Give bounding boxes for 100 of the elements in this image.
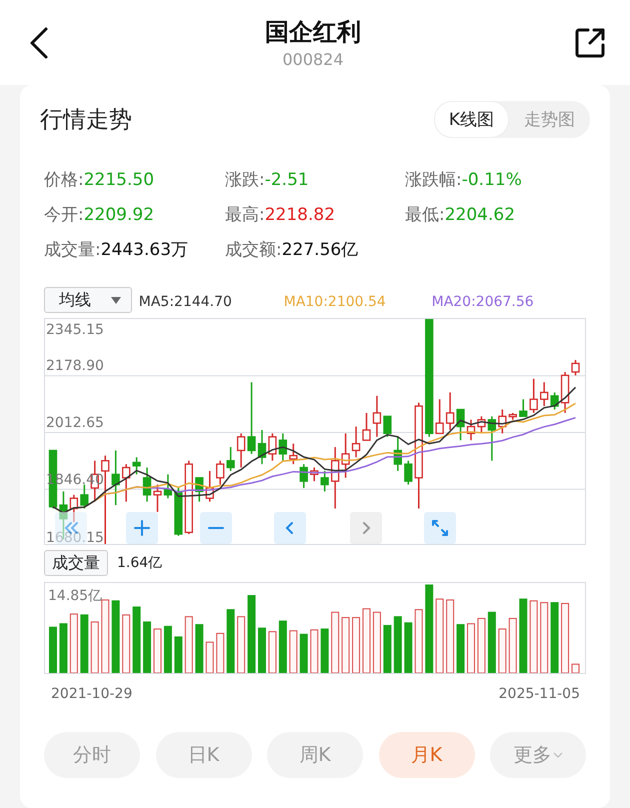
chart-type-tab[interactable]: 走势图 (509, 101, 590, 138)
candlestick (540, 382, 548, 406)
volume-bar (414, 609, 423, 673)
chevron-down-icon (552, 752, 562, 758)
volume-bar (289, 630, 298, 673)
volume-bar (49, 626, 57, 673)
candlestick (446, 392, 454, 430)
period-tab[interactable]: 更多 (490, 732, 586, 778)
volume-bar (352, 617, 360, 673)
volume-bar (540, 602, 548, 673)
candlestick (383, 416, 392, 437)
candlestick (300, 464, 308, 488)
stat-item: 成交量:2443.63万 (44, 239, 190, 261)
fullscreen-button[interactable] (424, 512, 456, 544)
candlestick (498, 410, 506, 434)
moving-average-label: MA20:2067.56 (432, 294, 534, 310)
candlestick (394, 436, 402, 471)
volume-bar (467, 623, 475, 673)
candlestick (560, 372, 570, 413)
volume-bar (195, 624, 204, 673)
volume-bar (132, 606, 141, 673)
volume-bar (90, 621, 99, 673)
volume-dropdown[interactable]: 成交量 (44, 550, 108, 576)
candlestick (404, 460, 412, 485)
candlestick (226, 447, 235, 471)
volume-bar (59, 623, 68, 673)
volume-bar (143, 621, 152, 673)
candlestick (456, 408, 465, 440)
end-date: 2025-11-05 (498, 686, 580, 702)
volume-reading: 1.64亿 (117, 554, 162, 572)
price-axis-label: 2012.65 (46, 416, 104, 430)
volume-bar (404, 622, 412, 673)
period-tab[interactable]: 日K (156, 732, 252, 778)
volume-bar (456, 624, 465, 673)
zoom-in-icon (133, 519, 151, 537)
candlestick (289, 444, 298, 464)
volume-bar (226, 609, 235, 673)
candlestick (362, 412, 371, 441)
caret-icon (110, 296, 121, 304)
candlestick (174, 488, 183, 536)
candlestick (331, 447, 340, 508)
volume-bar (320, 628, 329, 673)
section-title: 行情走势 (40, 106, 132, 135)
candlestick (519, 399, 528, 417)
period-tab[interactable]: 月K (378, 732, 474, 778)
stat-item: 今开:2209.92 (44, 204, 156, 226)
candlestick (206, 470, 214, 502)
candlestick (122, 464, 130, 502)
candlestick (372, 396, 382, 437)
volume-bar (488, 612, 496, 673)
candlestick (530, 378, 538, 413)
candlestick (132, 457, 141, 474)
candlestick (142, 468, 152, 502)
zoom-out-icon (207, 526, 225, 530)
candlestick (247, 382, 256, 454)
candlestick (112, 450, 120, 506)
volume-bar (237, 616, 246, 673)
volume-bar (394, 616, 402, 673)
volume-bar (561, 602, 570, 673)
candlestick (216, 460, 224, 485)
candlestick (268, 433, 277, 461)
volume-bar (206, 642, 214, 673)
period-tab[interactable]: 周K (267, 732, 363, 778)
period-tab[interactable]: 分时 (44, 732, 140, 778)
volume-bar (372, 612, 381, 673)
candlestick (236, 433, 246, 468)
volume-bar (362, 608, 370, 673)
page-title: 国企红利 (265, 17, 361, 48)
previous-button[interactable] (274, 512, 306, 544)
moving-average-label: MA10:2100.54 (284, 294, 386, 310)
zoom-in-button[interactable] (126, 512, 158, 544)
volume-axis-label: 14.85亿 (48, 589, 102, 603)
candlestick (258, 430, 266, 464)
indicator-dropdown[interactable]: 均线 (44, 287, 132, 313)
candlestick (436, 399, 444, 434)
candlestick (571, 360, 580, 376)
candlestick (195, 477, 204, 502)
candlestick (341, 433, 350, 478)
volume-bar (216, 632, 224, 673)
chart-type-tab[interactable]: K线图 (434, 101, 509, 138)
volume-bar (70, 614, 78, 673)
candlestick (70, 494, 78, 522)
stat-item: 涨跌:-2.51 (225, 169, 310, 191)
start-date: 2021-10-29 (51, 686, 132, 702)
candlestick (466, 420, 476, 440)
volume-bar (550, 602, 559, 673)
candlestick (320, 470, 329, 492)
stat-item: 最低:2204.62 (405, 204, 516, 226)
stat-item: 成交额:227.56亿 (225, 239, 360, 261)
fund-code: 000824 (282, 50, 344, 69)
price-axis-label: 1680.15 (46, 531, 104, 544)
volume-bar (477, 618, 486, 673)
volume-bar (164, 626, 172, 673)
stat-item: 最高:2218.82 (225, 204, 336, 226)
volume-bar (174, 636, 182, 673)
zoom-out-button[interactable] (200, 512, 232, 544)
volume-bar (383, 624, 392, 673)
price-axis-label: 2178.90 (46, 359, 104, 373)
candlestick (310, 468, 318, 482)
volume-bar (184, 616, 193, 673)
